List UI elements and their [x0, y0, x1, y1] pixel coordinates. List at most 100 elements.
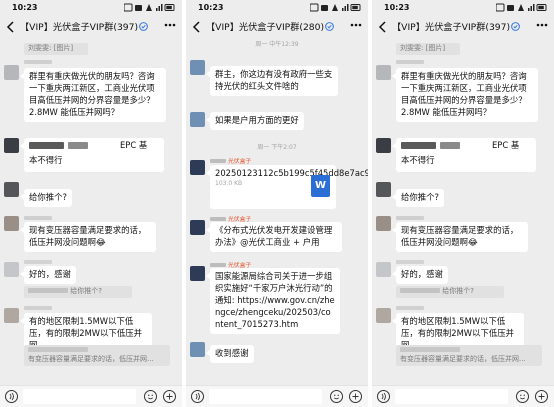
sender-name	[396, 60, 424, 64]
message-bubble[interactable]: EPC 基 本不得行	[392, 138, 536, 172]
message-text: 本不得行	[401, 155, 435, 165]
status-bar: 10:23	[372, 0, 554, 15]
avatar[interactable]	[376, 262, 391, 277]
avatar[interactable]	[4, 65, 19, 80]
input-bar	[186, 385, 368, 407]
emoji-icon[interactable]	[330, 390, 343, 403]
message-list[interactable]: 周一 中午12:39 群主，你这边有没有政府一些支持光伏的红头文件啥的 如果是户…	[186, 40, 368, 385]
redacted-text	[68, 142, 88, 149]
message-input[interactable]	[23, 389, 136, 404]
avatar[interactable]	[376, 182, 391, 197]
quoted-message[interactable]: 有变压器容量满足要求的话，低压并网...	[24, 345, 170, 366]
quoted-message[interactable]: 刘雯雯: [图片]	[24, 43, 88, 55]
verified-badge-icon	[139, 22, 149, 31]
avatar[interactable]	[190, 60, 205, 75]
quoted-message[interactable]: 给你推个?	[24, 286, 132, 298]
avatar[interactable]	[4, 216, 19, 231]
chat-screen-right: 10:23 【VIP】光伏盒子VIP群(397) 刘雯雯: [图片] 群里有重庆…	[372, 0, 554, 407]
message-input[interactable]	[209, 389, 322, 404]
message-bubble[interactable]: 现有变压器容量满足要求的话，低压并网没问题啊😂	[20, 222, 156, 252]
status-time: 10:23	[12, 3, 38, 12]
emoji-icon[interactable]	[516, 390, 529, 403]
chat-header: 【VIP】光伏盒子VIP群(280)	[186, 16, 368, 40]
verified-badge-icon	[511, 22, 521, 31]
status-time: 10:23	[384, 3, 410, 12]
message-bubble[interactable]: 好的，感谢	[20, 266, 76, 284]
status-bar: 10:23	[186, 0, 368, 15]
chat-header: 【VIP】光伏盒子VIP群(397)	[372, 16, 554, 40]
voice-icon[interactable]	[191, 390, 204, 403]
redacted-text	[440, 142, 460, 149]
sender-name	[24, 260, 52, 264]
sender-name	[396, 260, 424, 264]
message-bubble[interactable]: 如果是户用方面的更好	[206, 112, 304, 130]
status-icons	[310, 3, 362, 12]
emoji-icon[interactable]	[144, 390, 157, 403]
chat-title: 【VIP】光伏盒子VIP群(397)	[20, 21, 160, 34]
avatar[interactable]	[4, 262, 19, 277]
message-bubble[interactable]: 现有变压器容量满足要求的话，低压并网没问题啊😂	[392, 222, 528, 252]
quoted-message[interactable]: 有变压器容量满足要求的话，低压并网...	[396, 345, 542, 366]
timestamp: 周一 下午2:07	[257, 144, 297, 151]
voice-icon[interactable]	[377, 390, 390, 403]
status-bar: 10:23	[0, 0, 182, 15]
back-arrow-icon[interactable]	[5, 20, 17, 34]
chat-title: 【VIP】光伏盒子VIP群(397)	[392, 21, 532, 34]
avatar[interactable]	[376, 138, 391, 153]
voice-icon[interactable]	[5, 390, 18, 403]
message-bubble[interactable]: 给你推个?	[20, 189, 72, 207]
quoted-message[interactable]: 给你推个?	[396, 286, 504, 298]
message-bubble[interactable]: 群里有重庆做光伏的朋友吗？咨询一下重庆两江新区，工商业光伏项目高低压并网的分界容…	[392, 68, 538, 122]
more-icon[interactable]	[350, 23, 362, 27]
message-bubble[interactable]: 好的，感谢	[392, 266, 448, 284]
message-list[interactable]: 刘雯雯: [图片] 群里有重庆做光伏的朋友吗？咨询一下重庆两江新区，工商业光伏项…	[372, 40, 554, 385]
verified-badge-icon	[325, 22, 335, 31]
avatar[interactable]	[4, 308, 19, 323]
message-bubble[interactable]: 群主，你这边有没有政府一些支持光伏的红头文件啥的	[206, 66, 338, 96]
file-name: 20250123112c5b199c5f45dd8e7ac93c9f5e4ea.…	[215, 168, 368, 178]
file-message-card[interactable]: 20250123112c5b199c5f45dd8e7ac93c9f5e4ea.…	[206, 165, 368, 209]
plus-icon[interactable]	[535, 390, 548, 403]
message-bubble[interactable]: 群里有重庆做光伏的朋友吗？咨询一下重庆两江新区，工商业光伏项目高低压并网的分界容…	[20, 68, 166, 122]
input-bar	[372, 385, 554, 407]
input-bar	[0, 385, 182, 407]
avatar[interactable]	[376, 216, 391, 231]
message-text: 本不得行	[29, 155, 63, 165]
chat-header: 【VIP】光伏盒子VIP群(397)	[0, 16, 182, 40]
message-input[interactable]	[395, 389, 508, 404]
status-time: 10:23	[198, 3, 224, 12]
avatar[interactable]	[190, 112, 205, 127]
word-file-icon: W	[311, 175, 330, 197]
chat-screen-middle: 10:23 【VIP】光伏盒子VIP群(280) 周一 中午12:39 群主，你…	[186, 0, 368, 407]
more-icon[interactable]	[164, 23, 176, 27]
quoted-message[interactable]: 刘雯雯: [图片]	[396, 43, 460, 55]
message-bubble[interactable]: 《分布式光伏发电开发建设管理办法》@光伏工商业 + 户用	[206, 222, 342, 252]
plus-icon[interactable]	[163, 390, 176, 403]
plus-icon[interactable]	[349, 390, 362, 403]
status-icons	[124, 3, 176, 12]
avatar[interactable]	[190, 160, 205, 175]
chat-title: 【VIP】光伏盒子VIP群(280)	[206, 21, 346, 34]
avatar[interactable]	[4, 138, 19, 153]
avatar[interactable]	[190, 220, 205, 235]
message-bubble[interactable]: 给你推个?	[392, 189, 444, 207]
timestamp: 周一 中午12:39	[255, 41, 299, 48]
avatar[interactable]	[190, 342, 205, 357]
back-arrow-icon[interactable]	[377, 20, 389, 34]
avatar[interactable]	[190, 266, 205, 281]
sender-name	[24, 216, 52, 220]
back-arrow-icon[interactable]	[191, 20, 203, 34]
sender-name	[396, 216, 424, 220]
avatar[interactable]	[376, 308, 391, 323]
message-bubble[interactable]: 收到感谢	[206, 345, 254, 363]
message-bubble[interactable]: EPC 基 本不得行	[20, 138, 164, 172]
avatar[interactable]	[4, 182, 19, 197]
message-text: EPC 基	[492, 140, 520, 150]
message-text: EPC 基	[120, 140, 148, 150]
redacted-text	[29, 142, 64, 149]
status-icons	[496, 3, 548, 12]
avatar[interactable]	[376, 65, 391, 80]
more-icon[interactable]	[536, 23, 548, 27]
message-bubble[interactable]: 国家能源局综合司关于进一步组织实施好“千家万户沐光行动”的通知: https:/…	[206, 268, 340, 334]
message-list[interactable]: 刘雯雯: [图片] 群里有重庆做光伏的朋友吗？咨询一下重庆两江新区，工商业光伏项…	[0, 40, 182, 385]
